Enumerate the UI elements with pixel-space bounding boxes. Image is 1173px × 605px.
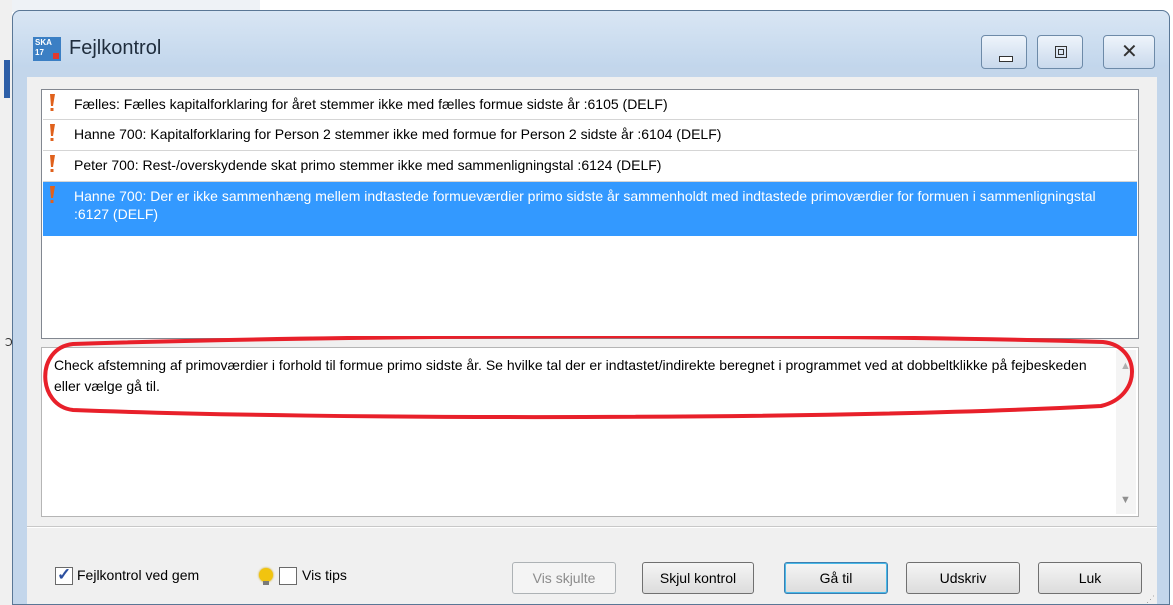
message-row[interactable]: Peter 700: Rest-/overskydende skat primo…: [43, 151, 1137, 182]
title-bar[interactable]: SKA 17 Fejlkontrol ✕: [13, 11, 1169, 69]
dialog-client-area: Fælles: Fælles kapitalforklaring for åre…: [27, 77, 1157, 604]
separator: [27, 526, 1157, 528]
app-icon: SKA 17: [33, 37, 61, 61]
fejlkontrol-ved-gem-checkbox[interactable]: [55, 565, 73, 585]
minimize-button[interactable]: [981, 35, 1027, 69]
exclamation-warning-icon: [50, 186, 55, 203]
scroll-down-icon[interactable]: ▼: [1120, 494, 1131, 506]
error-message-list[interactable]: Fælles: Fælles kapitalforklaring for åre…: [41, 89, 1139, 339]
message-text: Fælles: Fælles kapitalforklaring for åre…: [74, 96, 668, 112]
luk-button[interactable]: Luk: [1038, 562, 1142, 594]
gaa-til-button[interactable]: Gå til: [784, 562, 888, 594]
vis-tips-checkbox[interactable]: [279, 567, 297, 585]
udskriv-button[interactable]: Udskriv: [906, 562, 1020, 594]
vis-skjulte-button[interactable]: Vis skjulte: [512, 562, 616, 594]
fejlkontrol-ved-gem-label: Fejlkontrol ved gem: [77, 567, 200, 583]
minimize-icon: [999, 56, 1013, 62]
message-row[interactable]: Hanne 700: Kapitalforklaring for Person …: [43, 120, 1137, 151]
exclamation-warning-icon: [50, 94, 55, 111]
background-left-edge: [0, 0, 12, 605]
window-title: Fejlkontrol: [69, 37, 162, 59]
message-detail-pane[interactable]: Check afstemning af primoværdier i forho…: [41, 336, 1139, 517]
vis-tips-label: Vis tips: [302, 567, 347, 583]
scroll-up-icon[interactable]: ▲: [1120, 360, 1131, 372]
maximize-icon: [1055, 46, 1067, 58]
skjul-kontrol-button[interactable]: Skjul kontrol: [642, 562, 754, 594]
message-text: Hanne 700: Der er ikke sammenhæng mellem…: [74, 188, 1096, 222]
message-row-selected[interactable]: Hanne 700: Der er ikke sammenhæng mellem…: [43, 182, 1137, 236]
message-text: Peter 700: Rest-/overskydende skat primo…: [74, 157, 662, 173]
close-button[interactable]: ✕: [1103, 35, 1155, 69]
resize-grip[interactable]: ⋰: [1146, 595, 1155, 604]
exclamation-warning-icon: [50, 155, 55, 172]
maximize-button[interactable]: [1037, 35, 1083, 69]
detail-scrollbar[interactable]: ▲ ▼: [1116, 350, 1136, 514]
lightbulb-icon: [259, 568, 273, 585]
fejlkontrol-dialog: SKA 17 Fejlkontrol ✕ Fælles: Fælles kapi…: [12, 10, 1170, 605]
close-icon: ✕: [1121, 41, 1138, 63]
detail-text: Check afstemning af primoværdier i forho…: [54, 357, 1087, 394]
message-row[interactable]: Fælles: Fælles kapitalforklaring for åre…: [43, 90, 1137, 120]
exclamation-warning-icon: [50, 124, 55, 141]
message-text: Hanne 700: Kapitalforklaring for Person …: [74, 126, 722, 142]
